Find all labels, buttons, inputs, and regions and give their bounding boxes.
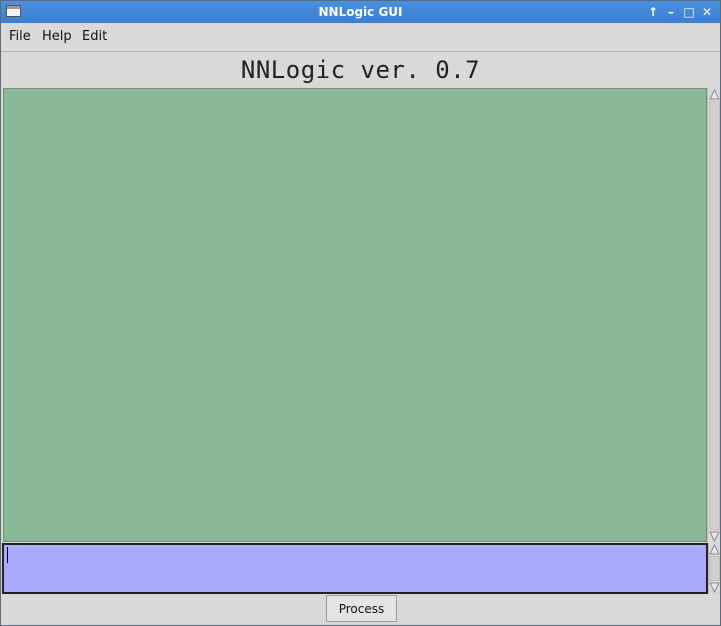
scroll-down-arrow-icon[interactable] [709,531,720,542]
input-text-area[interactable] [2,543,708,594]
output-scroll-trough[interactable] [709,101,720,530]
text-cursor [7,547,8,563]
scroll-up-arrow-icon[interactable] [709,89,720,100]
app-version-title: NNLogic ver. 0.7 [240,56,481,84]
menu-bar: File Help Edit [1,23,720,52]
menu-file[interactable]: File [9,29,31,44]
output-scrollbar[interactable] [707,88,720,543]
menu-help[interactable]: Help [42,29,72,44]
arrow-up-icon[interactable]: ↑ [645,4,661,20]
input-scroll-trough[interactable] [709,556,720,581]
scroll-down-arrow-icon[interactable] [709,582,720,593]
minimize-icon[interactable]: – [663,4,679,20]
title-bar: NNLogic GUI ↑ – □ ✕ [1,1,720,23]
maximize-icon[interactable]: □ [681,4,697,20]
menu-edit[interactable]: Edit [82,29,107,44]
process-button[interactable]: Process [326,595,397,622]
main-window: NNLogic GUI ↑ – □ ✕ File Help Edit NNLog… [0,0,721,626]
close-icon[interactable]: ✕ [699,4,715,20]
output-text-area[interactable] [3,88,707,542]
window-title: NNLogic GUI [318,5,403,19]
input-scrollbar[interactable] [708,543,720,594]
scroll-up-arrow-icon[interactable] [709,544,720,555]
